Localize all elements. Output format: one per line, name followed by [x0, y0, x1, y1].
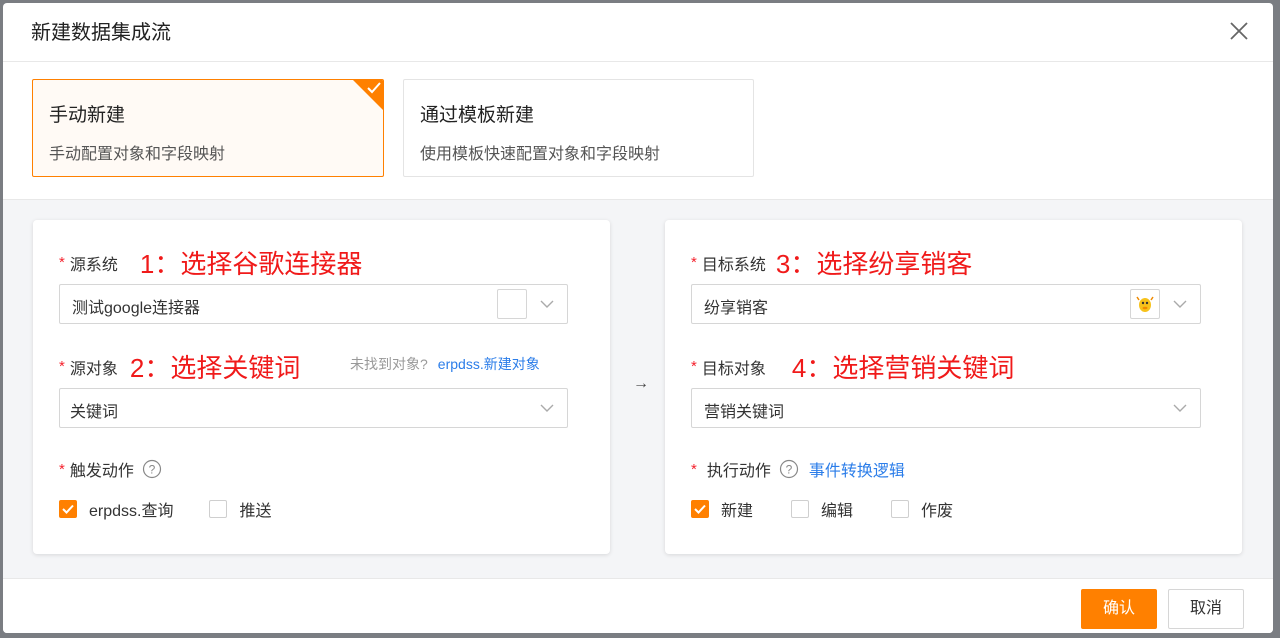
required-mark: * [691, 460, 697, 478]
required-mark: * [691, 254, 697, 271]
trigger-query-checkbox[interactable] [59, 500, 77, 518]
source-object-label: 源对象 [69, 360, 118, 378]
connector-logo [497, 289, 527, 319]
fxiaoke-logo-icon [1136, 296, 1154, 312]
target-object-select[interactable]: 营销关键词 [691, 388, 1201, 428]
create-integration-flow-dialog: 新建数据集成流 手动新建 手动配置对象和字段映射 通过模板新建 使用模板快速配置… [3, 3, 1273, 633]
source-system-label: 源系统 [69, 256, 118, 274]
target-panel: * 目标系统 3：选择纷享销客 纷享销客 * 目标对象 4：选择营销关键词 营销… [665, 220, 1242, 554]
action-create-checkbox[interactable] [691, 500, 709, 518]
target-object-value: 营销关键词 [704, 404, 785, 421]
check-icon [62, 504, 74, 514]
source-object-value: 关键词 [70, 404, 119, 421]
target-object-annotation: 4：选择营销关键词 [791, 353, 1015, 383]
trigger-label-row: * 触发动作 ? [59, 457, 162, 481]
mapping-arrow: → [633, 375, 649, 392]
source-object-select[interactable]: 关键词 [59, 388, 568, 428]
action-create-label[interactable]: 新建 [721, 497, 753, 521]
trigger-label: 触发动作 [69, 463, 134, 480]
source-panel: * 源系统 1：选择谷歌连接器 测试google连接器 * 源对象 2：选择关键… [33, 220, 610, 554]
source-system-value: 测试google连接器 [72, 300, 201, 317]
action-void-checkbox[interactable] [891, 500, 910, 518]
target-system-select[interactable]: 纷享销客 [691, 284, 1201, 324]
target-system-label-row: * 目标系统 3：选择纷享销客 [691, 244, 972, 281]
target-object-label: 目标对象 [701, 360, 766, 378]
dialog-title: 新建数据集成流 [31, 22, 171, 44]
manual-create-card[interactable]: 手动新建 手动配置对象和字段映射 [32, 79, 384, 177]
action-edit-label[interactable]: 编辑 [821, 497, 853, 521]
action-void-label[interactable]: 作废 [921, 497, 953, 521]
event-conversion-logic-link[interactable]: 事件转换逻辑 [809, 457, 905, 481]
dialog-header: 新建数据集成流 [3, 3, 1273, 62]
check-icon [694, 504, 706, 514]
source-system-label-row: * 源系统 1：选择谷歌连接器 [59, 244, 362, 281]
chevron-down-icon [540, 300, 554, 308]
object-not-found-hint: 未找到对象? erpdss.新建对象 [350, 354, 540, 374]
target-system-label: 目标系统 [701, 256, 766, 274]
target-object-label-row: * 目标对象 4：选择营销关键词 [691, 348, 1014, 385]
help-icon[interactable]: ? [779, 459, 799, 479]
source-object-annotation: 2：选择关键词 [129, 353, 301, 383]
template-create-card[interactable]: 通过模板新建 使用模板快速配置对象和字段映射 [403, 79, 754, 177]
check-icon [367, 82, 381, 94]
cancel-button[interactable]: 取消 [1168, 589, 1244, 629]
chevron-down-icon [540, 404, 554, 412]
svg-text:?: ? [786, 463, 793, 477]
svg-text:?: ? [149, 463, 156, 477]
action-edit-checkbox[interactable] [791, 500, 810, 518]
close-icon[interactable] [1227, 19, 1251, 43]
template-create-title: 通过模板新建 [420, 105, 535, 126]
required-mark: * [59, 254, 65, 271]
create-mode-row: 手动新建 手动配置对象和字段映射 通过模板新建 使用模板快速配置对象和字段映射 [3, 61, 1273, 200]
create-object-link[interactable]: erpdss.新建对象 [438, 354, 540, 374]
manual-create-desc: 手动配置对象和字段映射 [49, 146, 226, 163]
required-mark: * [59, 358, 65, 375]
required-mark: * [59, 460, 65, 478]
dialog-footer: 确认 取消 [3, 578, 1273, 633]
template-create-desc: 使用模板快速配置对象和字段映射 [420, 146, 661, 163]
trigger-checkbox-group: erpdss.查询 推送 [59, 497, 300, 521]
fxiaoke-logo [1130, 289, 1160, 319]
source-system-select[interactable]: 测试google连接器 [59, 284, 568, 324]
action-label: 执行动作 [706, 463, 771, 480]
target-system-value: 纷享销客 [704, 300, 769, 317]
target-system-annotation: 3：选择纷享销客 [775, 249, 973, 279]
trigger-push-label[interactable]: 推送 [239, 497, 271, 521]
chevron-down-icon [1173, 404, 1187, 412]
source-object-label-row: * 源对象 2：选择关键词 [59, 348, 300, 385]
trigger-push-checkbox[interactable] [209, 500, 228, 518]
confirm-button[interactable]: 确认 [1081, 589, 1157, 629]
trigger-query-label[interactable]: erpdss.查询 [89, 497, 173, 521]
object-not-found-text: 未找到对象? [350, 356, 428, 372]
source-system-annotation: 1：选择谷歌连接器 [139, 249, 363, 279]
help-icon[interactable]: ? [142, 459, 162, 479]
required-mark: * [691, 358, 697, 375]
manual-create-title: 手动新建 [49, 105, 126, 126]
mapping-config-area: * 源系统 1：选择谷歌连接器 测试google连接器 * 源对象 2：选择关键… [3, 200, 1273, 578]
chevron-down-icon [1173, 300, 1187, 308]
action-checkbox-group: 新建 编辑 作废 [691, 497, 981, 521]
action-label-row: * 执行动作 ? 事件转换逻辑 [691, 457, 905, 481]
